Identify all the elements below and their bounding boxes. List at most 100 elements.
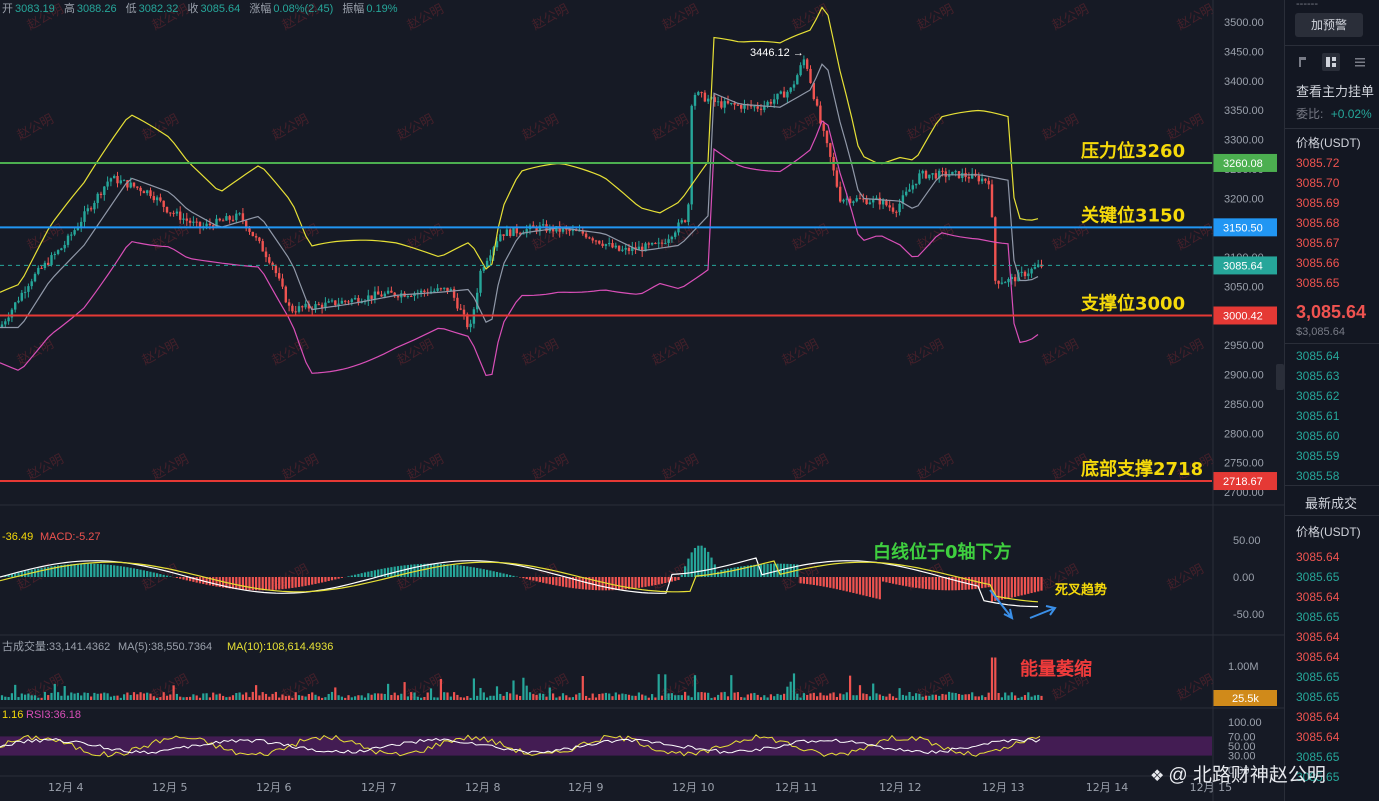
candle-body [947,175,951,177]
volume-bar [202,693,205,700]
candle-body [598,240,601,244]
panel-collapse-handle[interactable] [1276,364,1284,390]
volume-bar [198,697,202,700]
volume-bar [495,686,499,700]
volume-bar [393,692,396,700]
candle-body [588,237,591,239]
macd-bar [373,570,376,577]
macd-bar [535,577,538,582]
macd-bar [330,577,334,581]
trades-title[interactable]: 最新成交 [1305,493,1357,512]
volume-bar [60,695,63,700]
macd-bar [235,577,238,590]
volume-bar [954,693,957,700]
add-alert-button[interactable]: 加预警 [1295,13,1363,37]
watermark-text: 赵公明 [790,452,831,484]
candle-body [769,101,773,104]
list-view-icon[interactable] [1351,53,1369,71]
volume-bar [654,697,657,700]
volume-bar [637,692,640,700]
volume-bar [354,696,357,700]
macd-bar [327,577,330,582]
candle-body [439,288,443,290]
macd-bar [878,577,881,600]
candle-body [479,270,482,293]
candle-body [185,218,188,221]
volume-bar [456,694,459,700]
candle-body [50,255,53,266]
macd-bar [1037,577,1040,592]
volume-bar [736,692,739,700]
price-tick: 3200.00 [1224,193,1264,205]
macd-bar [657,577,660,585]
volume-bar [50,692,53,700]
volume-bar [809,693,812,700]
depth-title[interactable]: 查看主力挂单 [1296,81,1374,100]
candle-body [390,290,393,293]
macd-bar [601,577,604,591]
candle-body [337,303,340,306]
macd-bar [736,566,739,577]
chart-canvas[interactable]: 3500.003450.003400.003350.003300.003250.… [0,0,1284,801]
volume-bar [340,696,343,700]
candle-body [611,243,614,248]
candle-body [568,229,571,232]
macd-bar [835,577,838,590]
volume-bar [700,692,703,700]
ask-row: 3085.72 [1296,156,1340,170]
macd-bar [486,569,489,577]
candle-body [80,221,83,228]
candle-body [20,292,23,301]
up-arrow-icon [1029,605,1057,619]
candle-body [294,311,297,313]
macd-bar [90,563,93,577]
macd-bar [512,575,515,577]
candle-body [967,177,971,179]
macd-bar [528,577,532,580]
volume-bar [561,693,565,700]
macd-bar [387,567,390,577]
volume-bar [575,694,578,700]
volume-bar [565,695,568,700]
split-view-icon[interactable] [1322,53,1340,71]
volume-bar [964,694,967,700]
macd-bar [806,577,809,585]
volume-bar [396,695,400,700]
candle-body [179,211,182,220]
volume-bar [4,696,7,700]
volume-bar [439,679,442,700]
macd-annotation: 白线位于0轴下方 [873,541,1012,563]
volume-bar [621,693,624,700]
volume-bar [132,692,136,700]
candle-body [73,230,76,235]
watermark-text: 赵公明 [140,112,181,144]
macd-bar [502,573,505,577]
candle-body [961,172,964,179]
volume-bar [604,692,607,700]
candle-body [462,309,466,315]
volume-bar [915,693,918,700]
price-header: 价格(USDT) [1296,136,1361,150]
macd-bar [898,577,901,586]
volume-bar [1014,695,1017,700]
macd-bar [677,577,680,581]
candle-body [4,321,7,325]
volume-bar [116,695,119,700]
price-tick: 3400.00 [1224,76,1264,88]
volume-bar [588,697,591,700]
orderbook-view-icon[interactable] [1295,53,1313,71]
candle-body [858,198,862,200]
volume-bar [63,686,66,700]
candle-body [258,237,261,242]
volume-bar [552,693,555,700]
volume-bar [7,697,10,700]
watermark-text: 赵公明 [1165,337,1206,369]
volume-bar [802,693,805,700]
candle-body [918,173,921,184]
candle-body [469,323,472,328]
volume-bar [443,692,446,700]
volume-bar [43,691,46,700]
macd-bar [944,577,947,591]
macd-bar [354,574,357,577]
candle-body [815,99,819,106]
